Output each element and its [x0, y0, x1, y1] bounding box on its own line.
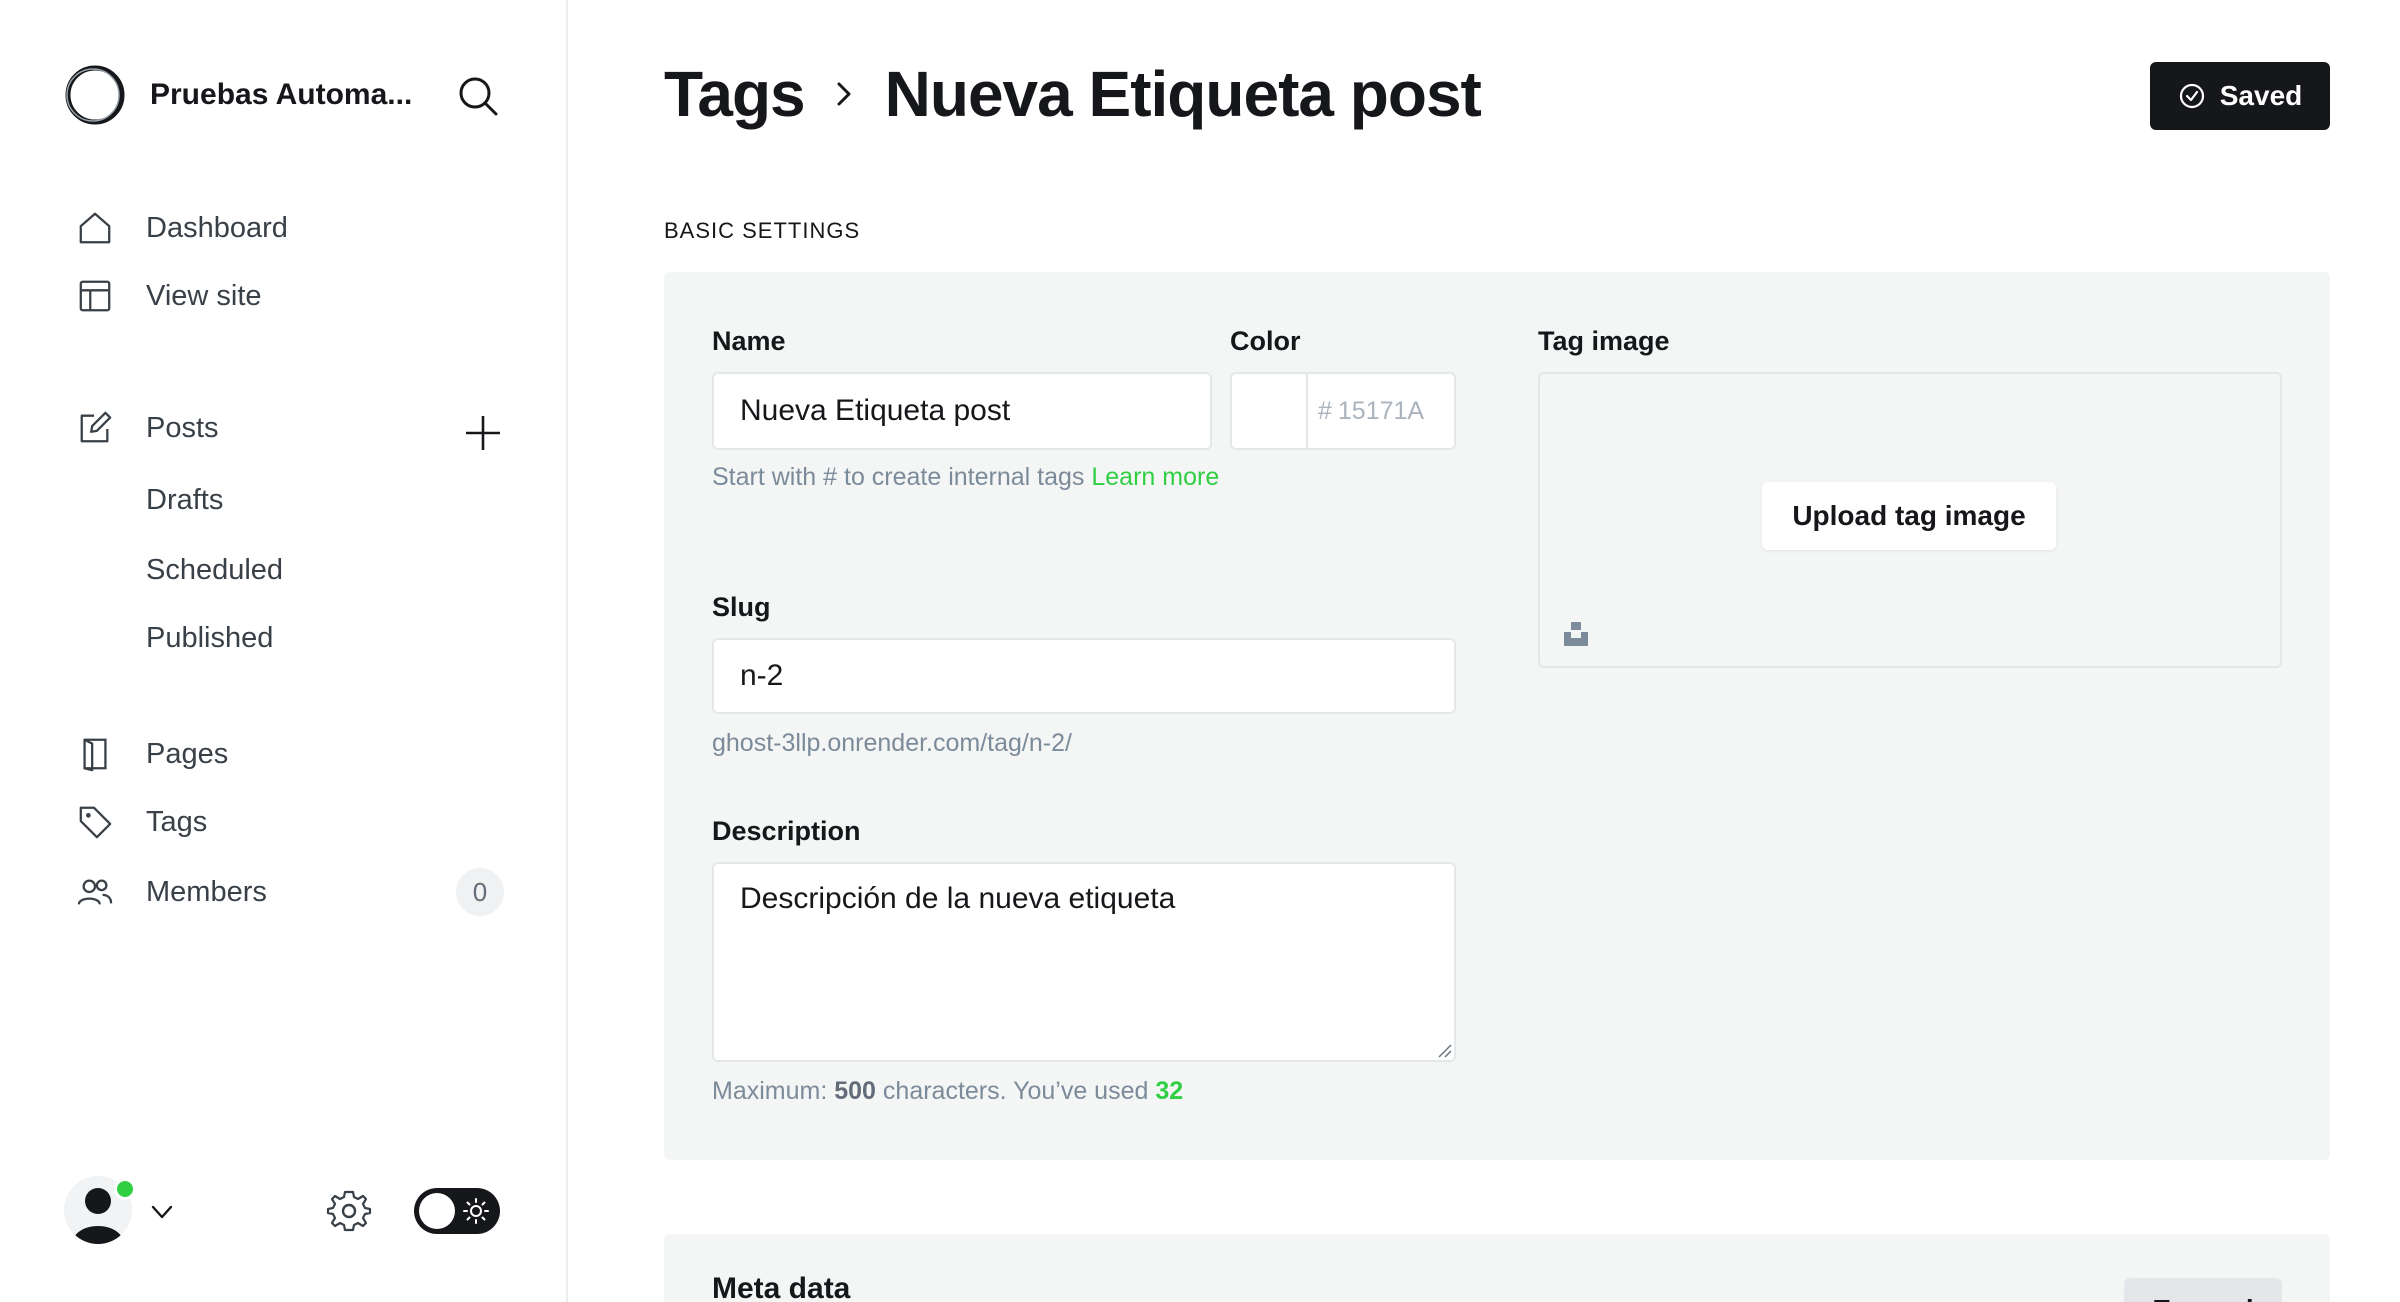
page-title: Nueva Etiqueta post [884, 58, 1482, 130]
toggle-knob [419, 1193, 455, 1229]
color-field: # 15171A [1230, 372, 1456, 450]
sidebar-item-label: View site [146, 279, 262, 312]
counter-used: 32 [1155, 1077, 1184, 1105]
sidebar-item-published[interactable]: Published [146, 614, 273, 662]
color-swatch[interactable] [1232, 374, 1308, 448]
site-title[interactable]: Pruebas Automa... [150, 78, 430, 112]
page-icon [76, 735, 114, 773]
description-value: Descripción de la nueva etiqueta [740, 882, 1176, 915]
tag-icon [76, 803, 114, 841]
gear-icon[interactable] [326, 1188, 372, 1234]
slug-url-hint: ghost-3llp.onrender.com/tag/n-2/ [712, 729, 1072, 757]
color-label: Color [1230, 326, 1301, 356]
sidebar-item-scheduled[interactable]: Scheduled [146, 546, 283, 594]
saved-button[interactable]: Saved [2150, 62, 2330, 130]
section-title-basic-settings: BASIC SETTINGS [664, 218, 861, 243]
edit-icon [76, 409, 114, 447]
sidebar-item-label: Posts [146, 411, 219, 444]
sidebar-item-tags[interactable]: Tags [76, 796, 516, 848]
sidebar-item-pages[interactable]: Pages [76, 728, 516, 780]
breadcrumb: Tags Nueva Etiqueta post [664, 54, 1482, 134]
learn-more-link[interactable]: Learn more [1091, 463, 1219, 491]
saved-label: Saved [2219, 80, 2303, 111]
name-input-value: Nueva Etiqueta post [740, 394, 1011, 427]
home-icon [76, 209, 114, 247]
counter-mid: characters. You’ve used [882, 1077, 1149, 1105]
sidebar-item-label: Dashboard [146, 211, 288, 244]
online-status-dot [114, 1178, 136, 1200]
layout-icon [76, 277, 114, 315]
slug-input-value: n-2 [740, 659, 784, 692]
breadcrumb-tags-link[interactable]: Tags [664, 57, 806, 131]
unsplash-icon[interactable] [1562, 620, 1590, 648]
slug-label: Slug [712, 592, 771, 622]
color-hash-prefix: # [1318, 396, 1332, 425]
sidebar-item-posts[interactable]: Posts [76, 402, 516, 454]
tag-image-label: Tag image [1538, 326, 1670, 356]
name-label: Name [712, 326, 786, 356]
chevron-right-icon [837, 82, 851, 106]
counter-max: 500 [834, 1077, 876, 1105]
color-placeholder: 15171A [1337, 396, 1425, 425]
slug-input[interactable]: n-2 [712, 638, 1456, 714]
sidebar-item-drafts[interactable]: Drafts [146, 476, 223, 524]
resize-grip-icon[interactable] [1436, 1042, 1452, 1058]
theme-toggle[interactable] [414, 1188, 500, 1234]
name-hint-text: Start with # to create internal tags [712, 463, 1085, 491]
members-count-badge: 0 [456, 868, 504, 916]
meta-data-panel [664, 1234, 2330, 1302]
sidebar: Pruebas Automa... Dashboard View site Po… [0, 0, 568, 1302]
description-counter: Maximum: 500 characters. You’ve used 32 [712, 1070, 1183, 1112]
search-icon[interactable] [456, 74, 500, 118]
description-textarea[interactable]: Descripción de la nueva etiqueta [712, 862, 1456, 1062]
color-hex-input[interactable]: # 15171A [1308, 374, 1424, 448]
sidebar-item-members[interactable]: Members [76, 866, 516, 918]
sidebar-item-dashboard[interactable]: Dashboard [76, 202, 516, 254]
sidebar-item-label: Tags [146, 805, 208, 838]
members-icon [76, 873, 114, 911]
sun-icon [463, 1198, 489, 1224]
meta-data-title: Meta data [712, 1272, 851, 1302]
upload-tag-image-button[interactable]: Upload tag image [1762, 482, 2056, 550]
name-input[interactable]: Nueva Etiqueta post [712, 372, 1212, 450]
sidebar-item-label: Members [146, 875, 267, 908]
check-circle-icon [2179, 83, 2204, 109]
sidebar-item-label: Pages [146, 737, 229, 770]
expand-button[interactable]: Expand [2124, 1278, 2282, 1302]
description-label: Description [712, 816, 861, 846]
add-post-icon[interactable] [462, 412, 504, 454]
chevron-down-icon[interactable] [148, 1198, 176, 1226]
site-logo[interactable] [64, 64, 126, 126]
name-hint: Start with # to create internal tags Lea… [712, 456, 1232, 498]
app-root: Pruebas Automa... Dashboard View site Po… [0, 0, 2400, 1302]
sidebar-item-view-site[interactable]: View site [76, 270, 516, 322]
counter-prefix: Maximum: [712, 1077, 828, 1105]
